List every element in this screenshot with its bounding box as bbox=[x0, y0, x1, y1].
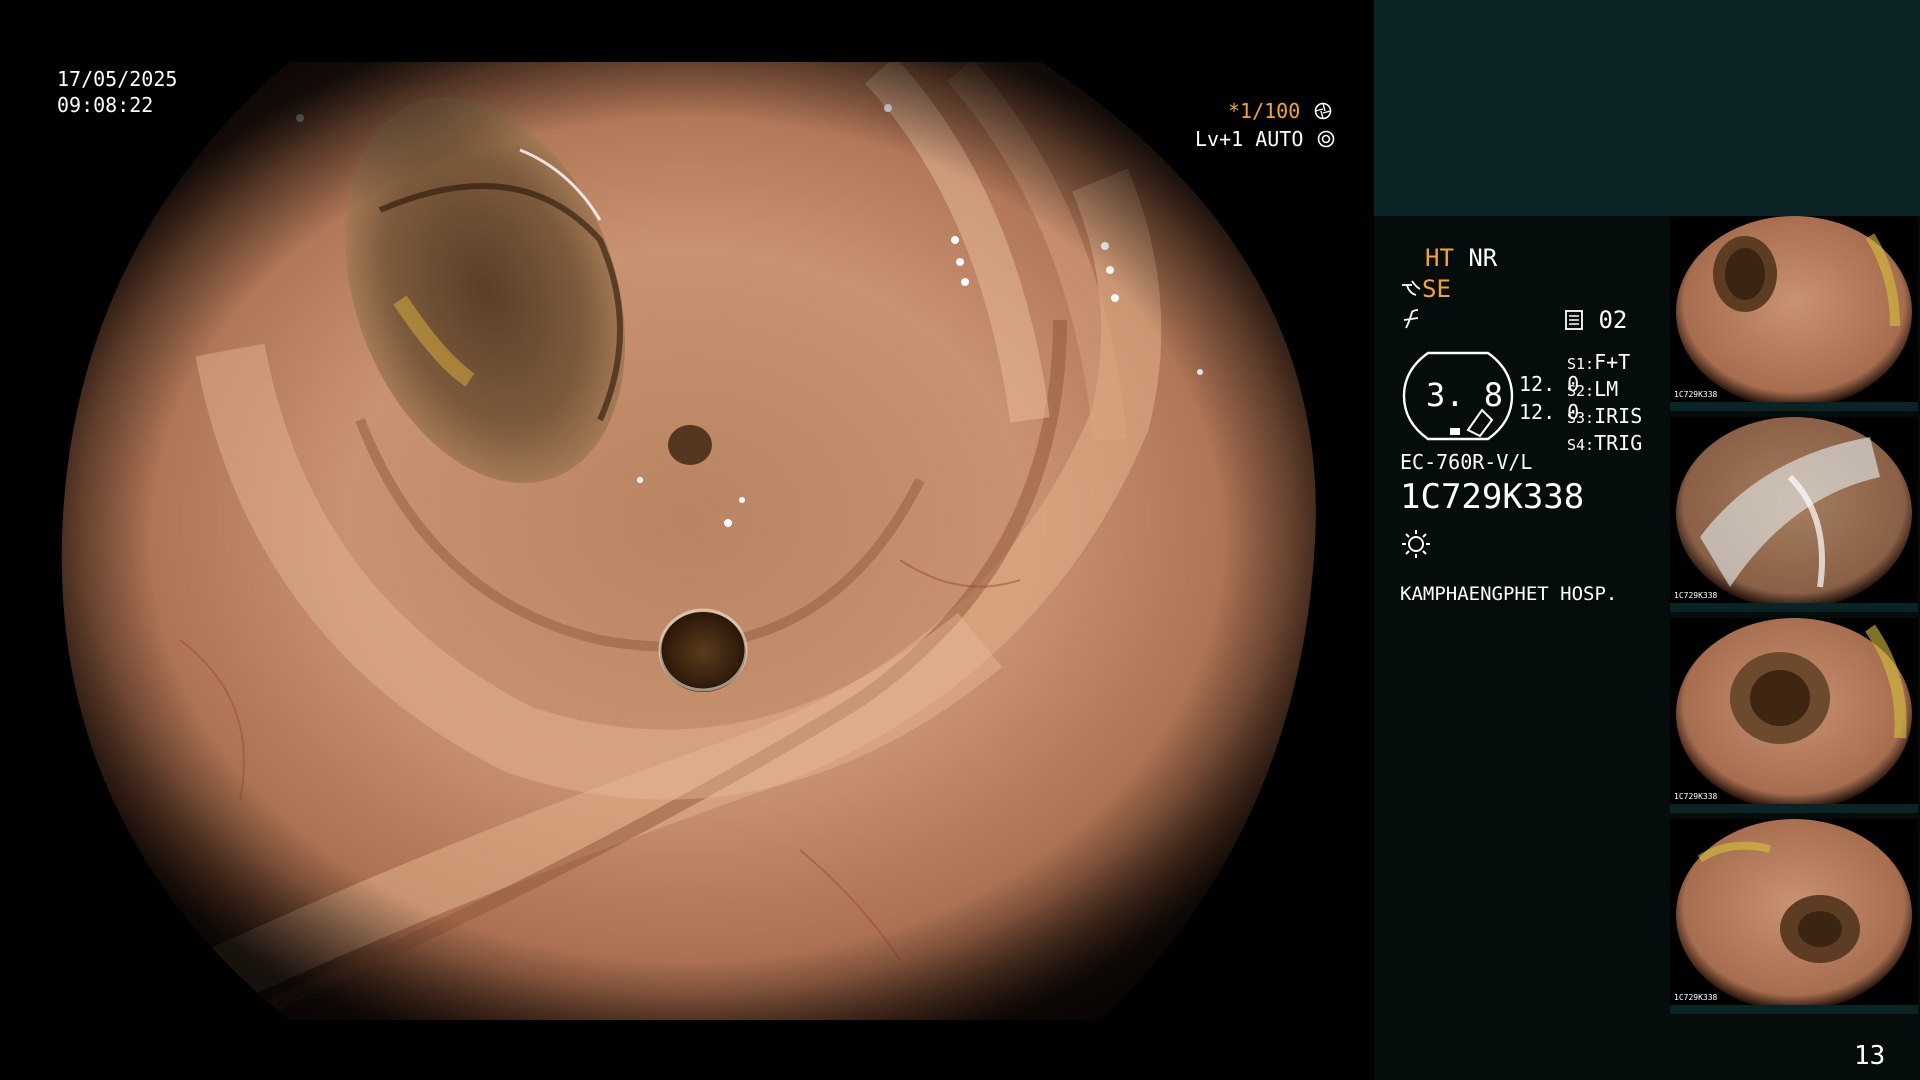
thumbnail-bar bbox=[1670, 804, 1918, 813]
endoscopic-image-view: 17/05/2025 09:08:22 *1/100 Lv+1 AUTO bbox=[0, 0, 1374, 1080]
endoscopy-screen: 17/05/2025 09:08:22 *1/100 Lv+1 AUTO HT … bbox=[0, 0, 1920, 1080]
switch-row: S2:LM bbox=[1567, 377, 1619, 401]
shutter-readout: *1/100 bbox=[1228, 101, 1332, 121]
record-value: 02 bbox=[1598, 306, 1628, 334]
se-row: SE bbox=[1400, 277, 1451, 301]
shutter-text: *1/100 bbox=[1228, 99, 1301, 123]
info-panel: HT NR SE 02 3. 8 12. 0 12. 0 S1:F+T S2:L… bbox=[1374, 216, 1920, 1080]
switch-list: S1:F+T S2:LM S3:IRIS S4:TRIG bbox=[1567, 350, 1642, 458]
thumbnail-bar bbox=[1670, 1005, 1918, 1014]
freeze-icon bbox=[1402, 308, 1422, 333]
colon-lumen-image bbox=[61, 62, 1316, 1020]
record-row: 02 bbox=[1564, 308, 1627, 332]
thumbnail-3[interactable]: 1C729K338 bbox=[1670, 618, 1918, 813]
thumbnail-label: 1C729K338 bbox=[1674, 390, 1718, 399]
thumbnail-4[interactable]: 1C729K338 bbox=[1670, 819, 1918, 1014]
scope-model: EC-760R-V/L bbox=[1400, 450, 1533, 474]
hospital-name: KAMPHAENGPHET HOSP. bbox=[1400, 583, 1618, 605]
enhance-icon bbox=[1400, 275, 1422, 303]
right-top-block bbox=[1374, 0, 1920, 216]
thumbnail-2[interactable]: 1C729K338 bbox=[1670, 417, 1918, 612]
ht-nr-row: HT NR bbox=[1425, 246, 1497, 270]
switch-row: S4:TRIG bbox=[1567, 431, 1643, 455]
page-number: 13 bbox=[1854, 1041, 1886, 1071]
switch-row: S1:F+T bbox=[1567, 350, 1631, 374]
date-time: 17/05/2025 09:08:22 bbox=[57, 66, 177, 118]
zoom-value: 3. 8 bbox=[1426, 376, 1504, 414]
thumbnail-label: 1C729K338 bbox=[1674, 591, 1718, 600]
aperture-icon bbox=[1300, 99, 1332, 123]
se-label: SE bbox=[1422, 275, 1451, 303]
switch-row: S3:IRIS bbox=[1567, 404, 1643, 428]
thumbnail-1[interactable]: 1C729K338 bbox=[1670, 216, 1918, 411]
mode-text: AUTO bbox=[1255, 127, 1304, 151]
level-readout: Lv+1 AUTO bbox=[1195, 129, 1335, 149]
level-text: Lv+1 bbox=[1195, 127, 1244, 151]
thumbnail-label: 1C729K338 bbox=[1674, 993, 1718, 1002]
memory-card-icon bbox=[1564, 306, 1584, 334]
nr-label: NR bbox=[1468, 244, 1498, 272]
date-text: 17/05/2025 bbox=[57, 67, 178, 91]
thumbnail-bar bbox=[1670, 603, 1918, 612]
time-text: 09:08:22 bbox=[57, 93, 154, 117]
scope-serial: 1C729K338 bbox=[1400, 477, 1585, 517]
thumbnail-bar bbox=[1670, 402, 1918, 411]
iris-icon bbox=[1303, 127, 1335, 151]
light-source-icon bbox=[1400, 528, 1432, 563]
thumbnail-label: 1C729K338 bbox=[1674, 792, 1718, 801]
info-column: HT NR SE 02 3. 8 12. 0 12. 0 S1:F+T S2:L… bbox=[1374, 216, 1670, 1080]
ht-label: HT bbox=[1425, 244, 1454, 272]
